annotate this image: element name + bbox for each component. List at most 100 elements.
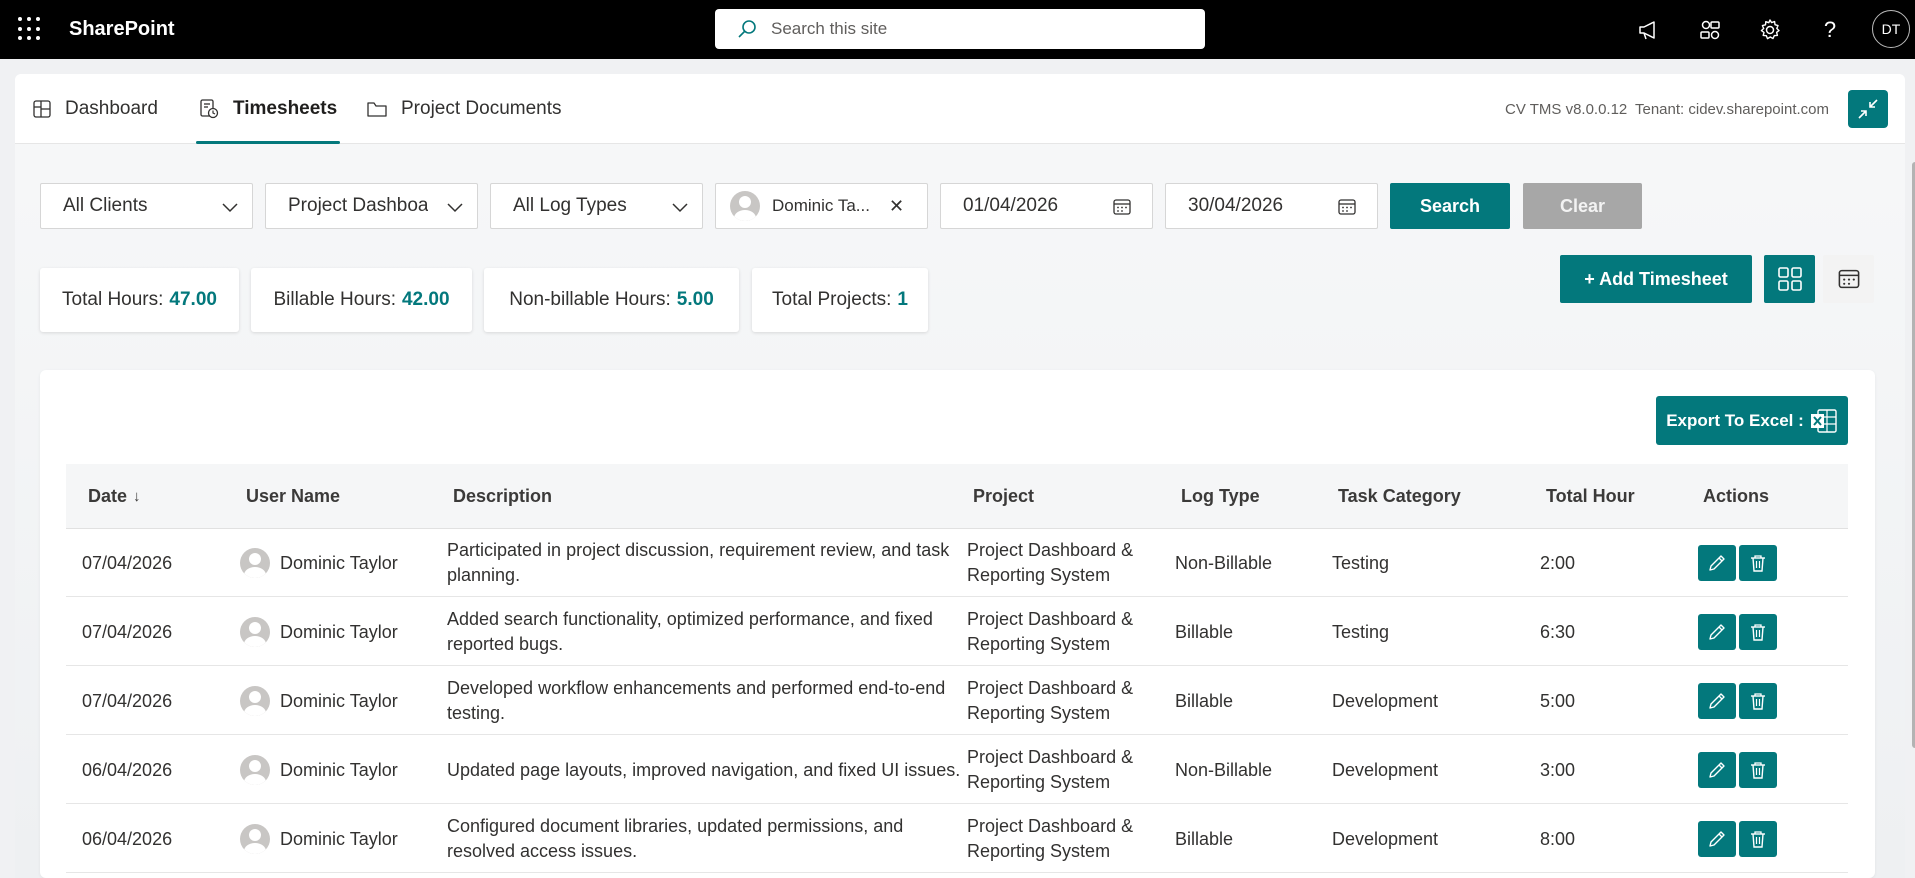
pencil-icon: [1707, 553, 1727, 573]
log-type-value: All Log Types: [513, 195, 627, 216]
folder-icon: [367, 101, 387, 117]
user-name: Dominic Taylor: [280, 759, 398, 780]
edit-button[interactable]: [1698, 821, 1736, 857]
person-icon: [240, 686, 270, 716]
person-icon: [240, 755, 270, 785]
close-icon[interactable]: ✕: [889, 196, 904, 217]
cell-project: Project Dashboard & Reporting System: [967, 816, 1134, 861]
user-name: Dominic Taylor: [280, 552, 398, 573]
grid-view-button[interactable]: [1764, 255, 1815, 303]
cell-task-category: Development: [1332, 828, 1439, 849]
suite-bar: SharePoint ? DT: [0, 0, 1915, 59]
cell-date: 06/04/2026: [82, 828, 173, 849]
delete-button[interactable]: [1739, 752, 1777, 788]
column-header-user: User Name: [246, 486, 341, 506]
cell-log-type: Billable: [1175, 690, 1234, 711]
help-icon[interactable]: ?: [1816, 16, 1844, 44]
megaphone-icon[interactable]: [1635, 16, 1663, 44]
cell-project: Project Dashboard & Reporting System: [967, 678, 1134, 723]
export-label: Export To Excel :: [1666, 410, 1804, 430]
cell-log-type: Non-Billable: [1175, 759, 1273, 780]
collapse-button[interactable]: [1848, 90, 1888, 128]
tab-project-documents[interactable]: Project Documents: [367, 74, 562, 144]
to-date-input[interactable]: 30/04/2026: [1165, 183, 1378, 229]
table-row: 07/04/2026 Dominic Taylor Added search fun…: [66, 598, 1848, 666]
calendar-icon[interactable]: [1112, 197, 1132, 217]
cell-date: 07/04/2026: [82, 690, 173, 711]
stat-value: 5.00: [676, 289, 714, 310]
cell-date: 07/04/2026: [82, 552, 173, 573]
person-icon: [730, 191, 760, 221]
app-launcher-icon[interactable]: [18, 17, 42, 41]
tab-label: Dashboard: [65, 98, 158, 119]
add-timesheet-button[interactable]: + Add Timesheet: [1560, 255, 1752, 303]
clear-button[interactable]: Clear: [1523, 183, 1642, 229]
table-row: 07/04/2026 Dominic Taylor Participated in …: [66, 529, 1848, 597]
user-name: Dominic Taylor: [280, 690, 398, 711]
tab-label: Project Documents: [401, 98, 562, 119]
cell-description: Participated in project discussion, requ…: [447, 540, 950, 585]
project-dropdown[interactable]: Project Dashboard & Reporting System: [265, 183, 478, 229]
brand-name[interactable]: SharePoint: [69, 18, 175, 41]
edit-button[interactable]: [1698, 752, 1736, 788]
edit-button[interactable]: [1698, 614, 1736, 650]
delete-button[interactable]: [1739, 821, 1777, 857]
stat-value: 42.00: [401, 289, 450, 310]
tenant-label: Tenant: cidev.sharepoint.com: [1635, 101, 1829, 118]
search-button[interactable]: Search: [1390, 183, 1510, 229]
cell-total-hour: 3:00: [1540, 759, 1576, 780]
user-name: Dominic Taylor: [280, 621, 398, 642]
delete-button[interactable]: [1739, 614, 1777, 650]
table-header: Date ↓ User Name Description Project Log…: [66, 464, 1848, 529]
gear-icon[interactable]: [1756, 16, 1784, 44]
cell-user: Dominic Taylor: [240, 529, 398, 597]
table-row: 06/04/2026 Dominic Taylor Configured docum…: [66, 805, 1848, 873]
total-projects-card: Total Projects: 1: [752, 268, 928, 332]
calendar-view-button[interactable]: [1823, 255, 1874, 303]
table-row: 07/04/2026 Dominic Taylor Developed workfl…: [66, 667, 1848, 735]
cell-description: Added search functionality, optimized pe…: [447, 609, 933, 654]
stat-label: Total Hours:: [62, 289, 164, 310]
user-picker[interactable]: Dominic Ta... ✕: [715, 183, 928, 229]
cell-task-category: Testing: [1332, 621, 1390, 642]
stat-label: Billable Hours:: [273, 289, 396, 310]
export-to-excel-button[interactable]: Export To Excel :: [1656, 396, 1848, 445]
trash-icon: [1748, 622, 1768, 642]
pencil-icon: [1707, 760, 1727, 780]
dashboard-icon: [33, 100, 51, 118]
trash-icon: [1748, 829, 1768, 849]
trash-icon: [1748, 553, 1768, 573]
cell-user: Dominic Taylor: [240, 667, 398, 735]
chevron-down-icon: [672, 203, 688, 213]
column-header-date[interactable]: Date ↓: [88, 464, 141, 529]
billable-hours-card: Billable Hours: 42.00: [251, 268, 472, 332]
collapse-arrows-icon: [1858, 99, 1878, 119]
person-icon: [240, 548, 270, 578]
client-value: All Clients: [63, 195, 148, 216]
person-icon: [240, 824, 270, 854]
cell-description: Updated page layouts, improved navigatio…: [447, 759, 961, 780]
chevron-down-icon: [222, 203, 238, 213]
delete-button[interactable]: [1739, 545, 1777, 581]
user-avatar[interactable]: DT: [1872, 10, 1910, 48]
search-input[interactable]: [771, 19, 1171, 39]
to-date-value: 30/04/2026: [1188, 195, 1284, 216]
edit-button[interactable]: [1698, 683, 1736, 719]
column-header-description: Description: [453, 486, 553, 506]
share-network-icon[interactable]: [1696, 16, 1724, 44]
cell-user: Dominic Taylor: [240, 598, 398, 666]
client-dropdown[interactable]: All Clients: [40, 183, 253, 229]
tab-bar: Dashboard Timesheets Project Documents C…: [15, 74, 1905, 144]
delete-button[interactable]: [1739, 683, 1777, 719]
calendar-icon[interactable]: [1337, 197, 1357, 217]
user-chip-label: Dominic Ta...: [772, 196, 870, 215]
log-type-dropdown[interactable]: All Log Types: [490, 183, 703, 229]
cell-user: Dominic Taylor: [240, 736, 398, 804]
edit-button[interactable]: [1698, 545, 1736, 581]
tab-dashboard[interactable]: Dashboard: [33, 74, 158, 144]
trash-icon: [1748, 691, 1768, 711]
tab-label: Timesheets: [233, 98, 338, 119]
site-search[interactable]: [715, 9, 1205, 49]
tab-timesheets[interactable]: Timesheets: [196, 74, 341, 144]
from-date-input[interactable]: 01/04/2026: [940, 183, 1153, 229]
